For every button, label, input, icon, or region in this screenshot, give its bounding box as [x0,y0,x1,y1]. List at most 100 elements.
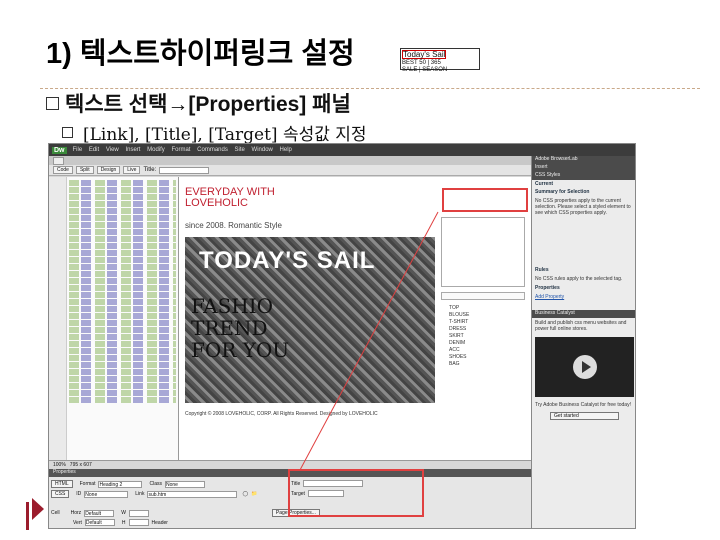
properties-heading: Properties [535,285,560,291]
get-started-button[interactable]: Get started [550,412,619,420]
link-label: Link [135,491,145,497]
header-line2: LOVEHOLIC [185,197,248,209]
fashion-line: FASHIO [191,294,274,318]
menu-window[interactable]: Window [252,147,273,153]
zoom-level[interactable]: 100% [53,462,66,468]
properties-row-2: CSS ID None Link sub.htm ◯ 📁 [51,490,257,498]
fashion-line: TREND [191,316,268,340]
current-tab[interactable]: Current [532,180,635,188]
category-item[interactable]: SKIRT [449,333,469,340]
format-select[interactable]: Heading 2 [98,480,143,488]
split-view-button[interactable]: Split [75,166,94,174]
horz-label: Horz [70,510,82,516]
document-tab[interactable] [53,156,65,165]
h-label: H [121,519,126,526]
page-header: EVERYDAY WITH LOVEHOLIC [185,187,275,209]
code-view-button[interactable]: Code [53,166,73,174]
w-label: W [121,510,126,516]
category-item[interactable]: DRESS [449,326,469,333]
category-item[interactable]: T-SHIRT [449,319,469,326]
css-styles-header[interactable]: CSS Styles [532,172,635,180]
menu-commands[interactable]: Commands [197,147,228,153]
slide-title: 1) 텍스트하이퍼링크 설정 [46,38,355,70]
callout-line: BEST 50 | 365 [402,60,441,66]
category-item[interactable]: TOP [449,305,469,312]
html-button[interactable]: HTML [51,480,73,488]
dreamweaver-logo: Dw [52,146,67,154]
w-input[interactable] [128,509,149,517]
menu-view[interactable]: View [106,147,119,153]
point-to-file-icon[interactable]: ◯ [242,491,248,497]
class-select[interactable]: None [164,480,205,488]
h-input[interactable] [128,519,149,526]
vert-select[interactable]: Default [84,519,115,526]
category-item[interactable]: SHOES [449,354,469,361]
format-label: Format [79,481,96,487]
code-lines [67,177,178,460]
summary-text: No CSS properties apply to the current s… [535,198,631,216]
bullet1-text: 텍스트 선택→[Properties] 패널 [65,93,351,116]
cell-label: Cell [51,510,60,516]
insert-header[interactable]: Insert [532,164,635,172]
link-properties-highlight-box [288,469,424,517]
bullet2-text: [Link], [Title], [Target] 속성값 지정 [83,125,367,145]
id-select[interactable]: None [84,490,129,498]
business-text: Build and publish css menu websites and … [535,320,627,332]
selected-text: Today's Sail [402,50,447,59]
menu-site[interactable]: Site [235,147,245,153]
selection-highlight-box [442,188,528,212]
status-bar: 100% 795 x 607 [49,460,531,469]
menu-format[interactable]: Format [171,147,190,153]
checkbox-bullet-icon [62,127,73,138]
summary-heading: Summary for Selection [535,189,590,195]
title-input[interactable] [159,166,210,174]
banner-text: TODAY'S SAIL [199,247,376,274]
rules-text: No CSS rules apply to the selected tag. [535,276,623,282]
horz-select[interactable]: Default [84,509,115,517]
id-label: ID [76,491,82,497]
design-view-button[interactable]: Design [96,166,121,174]
accent-triangle-icon [32,498,44,520]
try-text: Try Adobe Business Catalyst for free tod… [535,402,631,408]
fashion-line: FOR YOU [191,338,290,362]
add-property-link[interactable]: Add Property [532,292,635,302]
link-input[interactable]: sub.htm [147,490,238,498]
menu-edit[interactable]: Edit [89,147,99,153]
callout-line: SALE | SEASON [402,67,448,73]
accent-bar [26,502,29,530]
vert-label: Vert [73,519,82,526]
category-item[interactable]: DENIM [449,340,469,347]
fashion-text: FASHIO TREND FOR YOU [191,295,289,361]
live-view-button[interactable]: Live [123,166,141,174]
menu-file[interactable]: File [73,147,83,153]
bullet-level2: [Link], [Title], [Target] 속성값 지정 [62,120,367,145]
workspace: EVERYDAY WITH LOVEHOLIC since 2008. Roma… [49,177,531,460]
code-pane[interactable] [49,177,179,460]
menu-help[interactable]: Help [280,147,292,153]
css-button[interactable]: CSS [51,490,70,498]
search-box[interactable] [441,292,525,300]
category-item[interactable]: BLOUSE [449,312,469,319]
category-item[interactable]: ACC [449,347,469,354]
category-list: TOP BLOUSE T-SHIRT DRESS SKIRT DENIM ACC… [449,305,469,368]
selected-text-callout: Today's Sail BEST 50 | 365 SALE | SEASON [400,48,480,73]
menu-insert[interactable]: Insert [125,147,140,153]
web-page-preview: EVERYDAY WITH LOVEHOLIC since 2008. Roma… [179,177,531,460]
design-pane[interactable]: EVERYDAY WITH LOVEHOLIC since 2008. Roma… [179,177,531,460]
video-thumbnail[interactable] [535,337,634,397]
menu-modify[interactable]: Modify [147,147,165,153]
bullet-level1: 텍스트 선택→[Properties] 패널 [46,88,351,118]
browse-folder-icon[interactable]: 📁 [251,491,257,497]
class-label: Class [149,481,162,487]
properties-row-3: Cell Horz Default W Page Properties... [51,509,320,517]
title-label: Title: [143,167,157,173]
category-item[interactable]: BAG [449,361,469,368]
header-checkbox-label[interactable]: Header [152,520,168,526]
since-text: since 2008. Romantic Style [185,221,282,230]
window-size[interactable]: 795 x 607 [70,462,92,468]
properties-row-4: Vert Default H Header [51,519,168,526]
business-catalyst-header[interactable]: Business Catalyst [532,310,635,318]
browserlab-header[interactable]: Adobe BrowserLab [532,156,635,164]
app-titlebar: Dw File Edit View Insert Modify Format C… [49,144,635,156]
play-icon[interactable] [573,355,597,379]
